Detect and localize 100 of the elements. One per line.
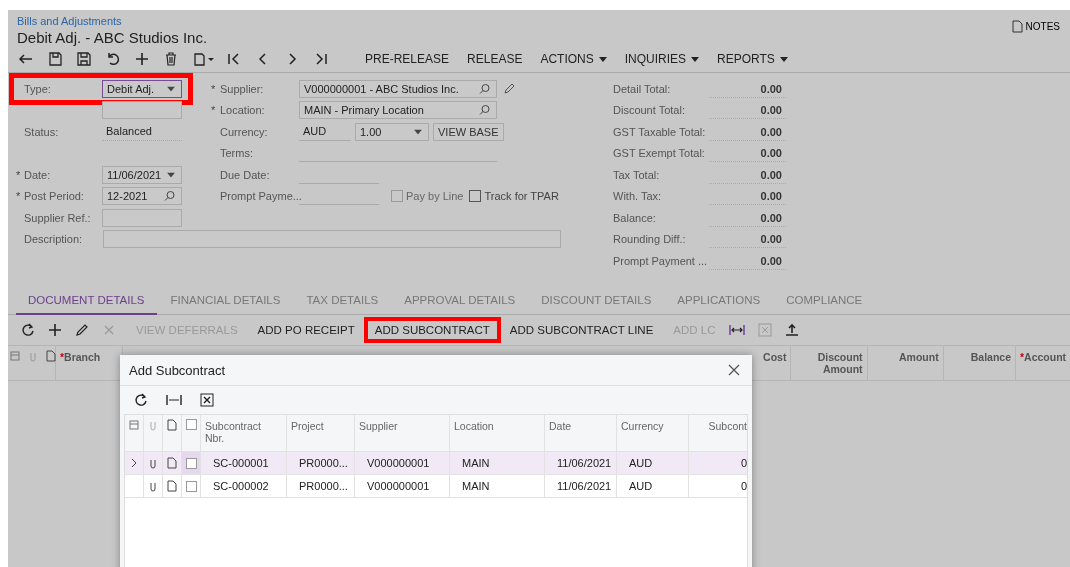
fit-columns-icon[interactable] (728, 322, 745, 337)
grid-toolbar-button[interactable]: ADD PO RECEIPT (250, 320, 362, 339)
total-label: Balance: (613, 211, 657, 224)
undo-icon[interactable] (105, 51, 121, 67)
pencil-icon[interactable] (75, 322, 89, 337)
fit-columns-icon[interactable] (166, 393, 182, 407)
dropdown-field[interactable]: Debit Adj. (102, 79, 182, 98)
checkbox[interactable] (185, 419, 197, 430)
save-icon[interactable] (76, 51, 92, 67)
table-cell: PR0000... (287, 475, 355, 497)
total-value: 0.00 (709, 230, 786, 249)
total-label: Detail Total: (613, 82, 672, 95)
caret-icon (167, 172, 175, 178)
checkbox[interactable] (185, 457, 197, 469)
table-row[interactable]: SC-000001 PR0000... V000000001 MAIN 11/06/2021 AUD 0 (125, 452, 747, 475)
column-header: Balance (943, 345, 1016, 380)
excel-icon[interactable] (200, 393, 214, 407)
total-value: 0.00 (709, 187, 786, 206)
dropdown-field[interactable]: 11/06/2021 (102, 165, 182, 184)
note-icon (167, 419, 177, 431)
search-icon (479, 104, 490, 116)
note-icon (1011, 19, 1023, 33)
note-icon (167, 480, 177, 492)
field-label: Currency: (220, 125, 269, 138)
refresh-icon[interactable] (134, 393, 148, 407)
breadcrumb-link[interactable]: Bills and Adjustments (17, 15, 122, 27)
caret-icon (598, 56, 607, 62)
input-field[interactable] (102, 101, 182, 120)
currency-field[interactable]: AUD (299, 122, 351, 141)
field-label: Terms: (220, 147, 254, 160)
total-label: GST Exempt Total: (613, 147, 706, 160)
lookup-field[interactable]: 12-2021 (102, 187, 182, 206)
column-header: Date (545, 415, 617, 451)
caret-icon (414, 129, 422, 135)
first-icon[interactable] (226, 51, 242, 67)
refresh-icon[interactable] (21, 322, 35, 337)
tab[interactable]: DOCUMENT DETAILS (16, 287, 157, 315)
column-header: Location (450, 415, 545, 451)
files-icon (10, 349, 20, 362)
total-label: Discount Total: (613, 104, 686, 117)
table-cell: AUD (617, 475, 689, 497)
total-label: Tax Total: (613, 168, 661, 181)
table-cell: MAIN (450, 475, 545, 497)
field-label: Description: (24, 233, 84, 246)
total-value: 0.00 (709, 208, 786, 227)
rate-dropdown[interactable]: 1.00 (355, 122, 429, 141)
total-value: 0.00 (709, 144, 786, 163)
row-pointer-icon (130, 458, 138, 468)
field-label: Supplier: (220, 82, 265, 95)
last-icon[interactable] (313, 51, 329, 67)
column-header: Discount Amount (791, 345, 868, 380)
caret-icon (691, 56, 700, 62)
save-close-icon[interactable] (47, 51, 63, 67)
toolbar-button[interactable]: PRE-RELEASE (356, 48, 459, 70)
lookup-field[interactable]: MAIN - Primary Location (299, 101, 497, 120)
page-title: Debit Adj. - ABC Studios Inc. (17, 29, 208, 46)
pencil-icon[interactable] (503, 82, 515, 95)
total-label: Rounding Diff.: (613, 233, 687, 246)
table-cell: V000000001 (355, 452, 450, 474)
table-cell: PR0000... (287, 452, 355, 474)
column-header: Amount (867, 345, 944, 380)
total-value: 0.00 (709, 101, 786, 120)
plus-icon[interactable] (134, 51, 150, 67)
table-cell: 11/06/2021 (545, 475, 617, 497)
table-cell: SC-000002 (201, 475, 287, 497)
paperclip-icon (148, 480, 158, 492)
column-header: Supplier (355, 415, 450, 451)
lookup-field[interactable]: V000000001 - ABC Studios Inc. (299, 79, 497, 98)
delete-icon[interactable] (163, 51, 179, 67)
close-icon[interactable] (728, 364, 740, 376)
notes-button[interactable]: NOTES (1011, 18, 1060, 34)
checkbox[interactable]: Track for TPAR (469, 190, 559, 203)
toolbar-button[interactable]: RELEASE (458, 48, 532, 70)
grid-toolbar-button[interactable]: ADD SUBCONTRACT LINE (502, 320, 661, 339)
toolbar-button[interactable]: ACTIONS (531, 48, 616, 70)
plus-icon[interactable] (48, 322, 62, 337)
view-base-button[interactable]: VIEW BASE (433, 122, 504, 141)
copy-paste-icon[interactable] (192, 51, 216, 67)
column-header: Subcont (707, 419, 748, 434)
search-icon (164, 190, 175, 202)
dialog-title: Add Subcontract (129, 362, 226, 378)
field-label: Prompt Payme... (220, 190, 299, 203)
upload-icon[interactable] (784, 322, 799, 337)
column-header: Subcontract Nbr. (201, 415, 287, 451)
table-cell-text: 0 (739, 479, 748, 494)
field-label: Supplier Ref.: (24, 211, 92, 224)
search-icon (479, 83, 490, 95)
checkbox[interactable] (185, 480, 197, 492)
column-header: Cost (757, 345, 792, 380)
description-field[interactable] (103, 230, 561, 249)
input-field[interactable] (102, 208, 182, 227)
total-label: GST Taxable Total: (613, 125, 707, 138)
field-label: Status: (24, 125, 60, 138)
note-icon (46, 349, 56, 362)
field-label: Type: (24, 82, 52, 95)
total-value: 0.00 (709, 165, 786, 184)
toolbar-button[interactable]: REPORTS (708, 48, 797, 70)
table-row[interactable]: SC-000002 PR0000... V000000001 MAIN 11/06/2021 AUD 0 (125, 475, 747, 498)
table-cell: V000000001 (355, 475, 450, 497)
toolbar-button[interactable]: INQUIRIES (615, 48, 709, 70)
